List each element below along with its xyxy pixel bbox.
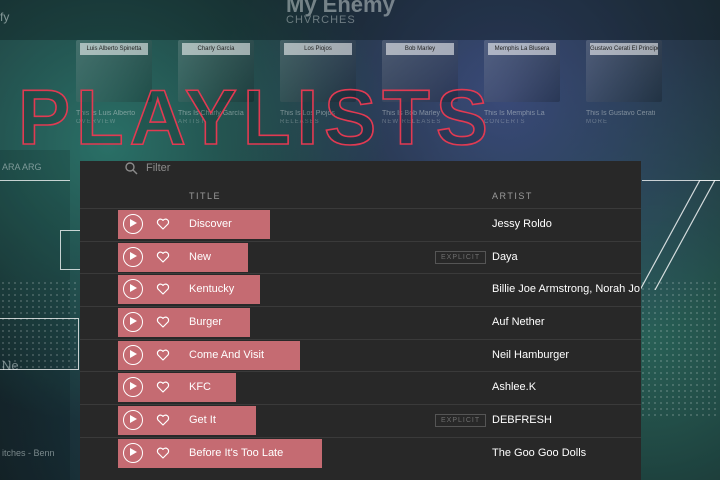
track-artist[interactable]: Billie Joe Armstrong, Norah Jones: [492, 283, 640, 295]
track-title: KFC: [189, 381, 211, 394]
track-row[interactable]: Burger EXPLICIT Auf Nether: [80, 306, 641, 339]
headline-text: PLAYLISTS: [18, 74, 494, 161]
outline-decoration: [0, 180, 70, 181]
heart-icon[interactable]: [156, 282, 170, 296]
background-thumb: Gustavo Cerati El Principe This Is Gustav…: [586, 40, 662, 150]
heart-icon[interactable]: [156, 348, 170, 362]
track-row[interactable]: Kentucky EXPLICIT Billie Joe Armstrong, …: [80, 273, 641, 306]
track-row[interactable]: Before It's Too Late EXPLICIT The Goo Go…: [80, 436, 641, 470]
heart-icon[interactable]: [156, 413, 170, 427]
outline-decoration: [640, 180, 720, 290]
heart-icon[interactable]: [156, 250, 170, 264]
track-artist[interactable]: Neil Hamburger: [492, 349, 640, 361]
play-icon[interactable]: [123, 246, 143, 267]
play-icon[interactable]: [123, 312, 143, 333]
track-row[interactable]: Come And Visit EXPLICIT Neil Hamburger: [80, 338, 641, 372]
track-title: Come And Visit: [189, 348, 265, 361]
background-app-name: fy: [0, 10, 10, 24]
search-icon: [125, 162, 138, 175]
play-icon[interactable]: [123, 442, 143, 463]
background-caption: itches - Benn: [2, 448, 55, 458]
track-row[interactable]: Get It EXPLICIT DEBFRESH: [80, 404, 641, 437]
track-artist[interactable]: Daya: [492, 251, 640, 263]
track-list: Discover EXPLICIT Jessy Roldo New EXPLIC…: [80, 208, 641, 470]
track-title: Discover: [189, 218, 232, 230]
column-title-header[interactable]: TITLE: [189, 191, 221, 201]
explicit-badge: EXPLICIT: [435, 250, 487, 264]
track-title: Kentucky: [189, 283, 235, 296]
heart-icon[interactable]: [156, 380, 170, 394]
outline-decoration: [0, 318, 79, 370]
explicit-badge: EXPLICIT: [435, 414, 487, 428]
track-artist[interactable]: Ashlee.K: [492, 381, 640, 393]
play-icon[interactable]: [123, 344, 143, 365]
track-artist[interactable]: The Goo Goo Dolls: [492, 447, 640, 459]
playlist-panel: Filter TITLE ARTIST Discover EXPLICIT Je…: [80, 161, 641, 480]
dot-grid-decoration: [640, 280, 720, 420]
track-title: New: [189, 250, 212, 263]
heart-icon[interactable]: [156, 315, 170, 329]
track-artist[interactable]: DEBFRESH: [492, 414, 640, 426]
track-row[interactable]: New EXPLICIT Daya: [80, 240, 641, 274]
heart-icon[interactable]: [156, 217, 170, 231]
track-title: Burger: [189, 316, 223, 329]
play-icon[interactable]: [123, 214, 143, 234]
outline-decoration: [60, 230, 81, 270]
heart-icon[interactable]: [156, 446, 170, 460]
headline-playlists: PLAYLISTS: [18, 74, 578, 164]
background-artist: CHVRCHES: [286, 14, 356, 26]
track-row[interactable]: KFC EXPLICIT Ashlee.K: [80, 371, 641, 404]
column-artist-header[interactable]: ARTIST: [492, 191, 533, 201]
play-icon[interactable]: [123, 410, 143, 431]
filter-placeholder[interactable]: Filter: [146, 162, 170, 174]
track-title: Get It: [189, 414, 216, 427]
track-artist[interactable]: Jessy Roldo: [492, 218, 640, 230]
track-title: Before It's Too Late: [189, 446, 284, 459]
track-artist[interactable]: Auf Nether: [492, 316, 640, 328]
filter-box[interactable]: Filter: [124, 161, 170, 175]
track-row[interactable]: Discover EXPLICIT Jessy Roldo: [80, 208, 641, 241]
